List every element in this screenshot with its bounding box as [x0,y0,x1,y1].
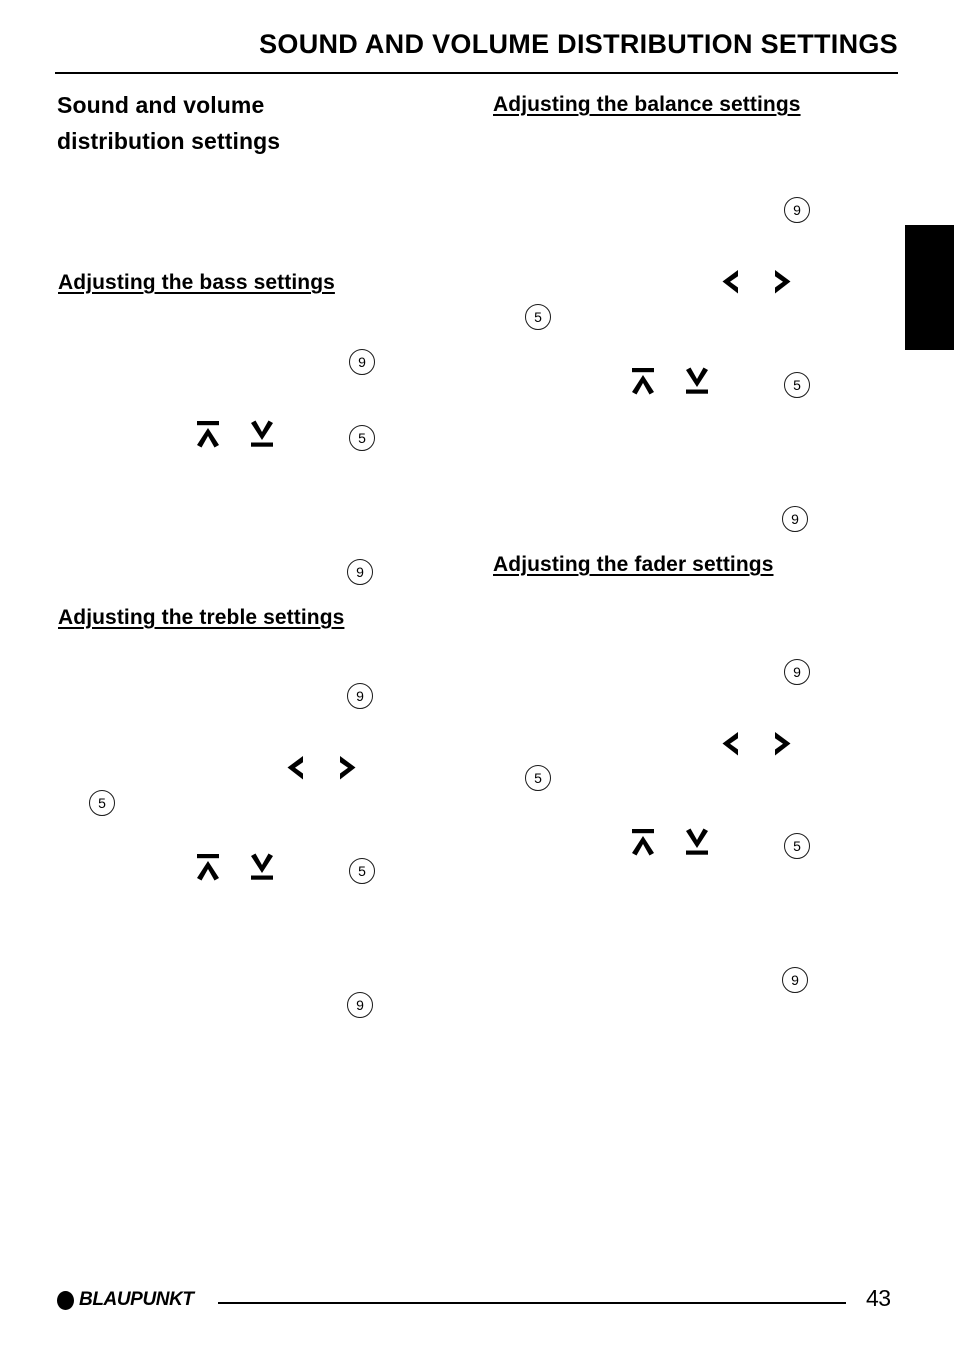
key-badge-9[interactable]: 9 [784,197,810,223]
arrow-up-bar-icon[interactable] [628,826,658,858]
blaupunkt-dot-icon [57,1290,74,1310]
key-badge-9[interactable]: 9 [784,659,810,685]
arrow-up-bar-icon[interactable] [628,365,658,397]
chevron-right-icon[interactable] [767,266,797,298]
key-badge-9[interactable]: 9 [782,506,808,532]
page-footer: BLAUPUNKT 43 [0,1283,954,1333]
arrow-up-bar-icon[interactable] [193,418,223,450]
blaupunkt-wordmark: BLAUPUNKT [79,1289,194,1310]
arrow-up-bar-icon[interactable] [193,851,223,883]
right-column: Adjusting the balance settings 9 5 5 9 A… [492,88,892,1238]
key-badge-9[interactable]: 9 [347,559,373,585]
left-column: Sound and volume distribution settings A… [57,88,457,1238]
page-header: SOUND AND VOLUME DISTRIBUTION SETTINGS [55,29,898,60]
blaupunkt-logo: BLAUPUNKT [57,1289,194,1311]
chapter-edge-tab [905,225,954,350]
left-main-heading: Sound and volume distribution settings [57,92,281,154]
heading-bass-settings: Adjusting the bass settings [58,271,335,294]
heading-balance-settings: Adjusting the balance settings [493,93,801,116]
chevron-left-icon[interactable] [716,728,746,760]
chevron-right-icon[interactable] [767,728,797,760]
key-badge-5[interactable]: 5 [89,790,115,816]
key-badge-5[interactable]: 5 [349,425,375,451]
key-badge-9[interactable]: 9 [347,683,373,709]
chevron-right-icon[interactable] [332,752,362,784]
arrow-down-bar-icon[interactable] [682,365,712,397]
header-divider [55,72,898,74]
key-badge-9[interactable]: 9 [782,967,808,993]
heading-fader-settings: Adjusting the fader settings [493,553,774,576]
key-badge-5[interactable]: 5 [525,765,551,791]
key-badge-5[interactable]: 5 [784,833,810,859]
page-title: SOUND AND VOLUME DISTRIBUTION SETTINGS [259,29,898,59]
chevron-left-icon[interactable] [281,752,311,784]
key-badge-5[interactable]: 5 [525,304,551,330]
arrow-down-bar-icon[interactable] [247,851,277,883]
footer-divider [218,1302,846,1304]
key-badge-5[interactable]: 5 [784,372,810,398]
key-badge-9[interactable]: 9 [349,349,375,375]
chevron-left-icon[interactable] [716,266,746,298]
page-number: 43 [866,1285,891,1311]
heading-treble-settings: Adjusting the treble settings [58,606,345,629]
key-badge-9[interactable]: 9 [347,992,373,1018]
arrow-down-bar-icon[interactable] [247,418,277,450]
key-badge-5[interactable]: 5 [349,858,375,884]
arrow-down-bar-icon[interactable] [682,826,712,858]
